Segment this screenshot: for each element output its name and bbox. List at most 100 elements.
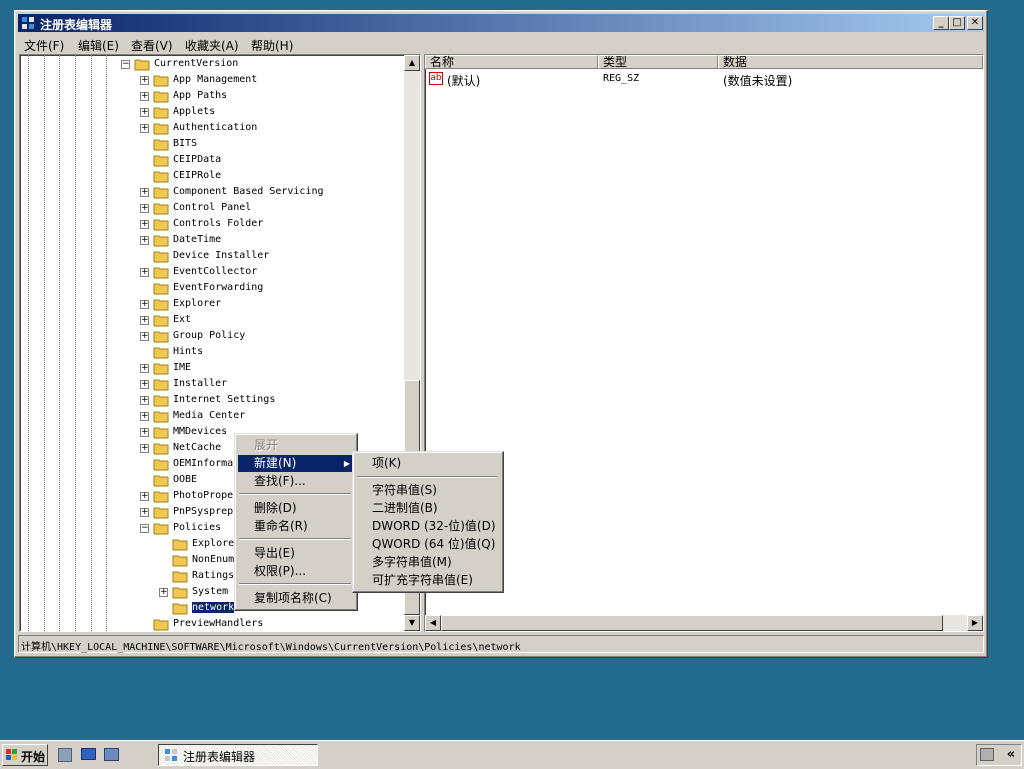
expand-icon[interactable]: + [140,236,149,245]
expand-icon[interactable]: + [140,444,149,453]
submenu-item-qword-value[interactable]: QWORD (64 位)值(Q) [356,536,500,553]
folder-icon [153,523,169,535]
submenu-item-string-value[interactable]: 字符串值(S) [356,482,500,499]
menu-separator [239,493,351,495]
taskbar-button-regedit[interactable]: 注册表编辑器 [158,744,318,766]
menu-item-rename[interactable]: 重命名(R) [238,518,354,535]
expand-icon[interactable]: + [140,412,149,421]
expand-icon[interactable]: + [140,380,149,389]
collapse-icon[interactable]: − [121,60,130,69]
scroll-right-arrow-icon[interactable]: ▶ [967,615,983,631]
expand-icon[interactable]: + [140,124,149,133]
scroll-left-arrow-icon[interactable]: ◀ [425,615,441,631]
submenu-item-binary-value[interactable]: 二进制值(B) [356,500,500,517]
menu-item-new[interactable]: 新建(N) ▶ [238,455,354,472]
tree-node[interactable]: + Ext [20,313,404,329]
scroll-up-arrow-icon[interactable]: ▲ [404,55,420,71]
tree-node[interactable]: Hints [20,345,404,361]
tree-node-label: PnPSysprep [173,506,234,517]
expand-icon[interactable]: + [140,204,149,213]
menu-item-delete[interactable]: 删除(D) [238,500,354,517]
tree-node[interactable]: EventForwarding [20,281,404,297]
close-button[interactable]: ✕ [967,16,983,30]
scroll-down-arrow-icon[interactable]: ▼ [404,615,420,631]
tree-node[interactable]: + EventCollector [20,265,404,281]
tree-node[interactable]: PreviewHandlers [20,617,404,631]
tray-expand-button[interactable]: « [1003,746,1019,764]
submenu-item-key[interactable]: 项(K) [356,455,500,472]
menu-item-export[interactable]: 导出(E) [238,545,354,562]
tree-node[interactable]: + Installer [20,377,404,393]
tree-node[interactable]: + Internet Settings [20,393,404,409]
tree-node[interactable]: + Controls Folder [20,217,404,233]
column-header-data[interactable]: 数据 [718,55,983,69]
expand-icon[interactable]: + [140,316,149,325]
tree-node[interactable]: + Applets [20,105,404,121]
list-horizontal-scrollbar[interactable]: ◀ ▶ [425,615,983,631]
tree-node[interactable]: + Authentication [20,121,404,137]
submenu-item-expandable-string-value[interactable]: 可扩充字符串值(E) [356,572,500,589]
start-button[interactable]: 开始 [2,744,48,766]
tree-node[interactable]: Device Installer [20,249,404,265]
expand-icon[interactable]: + [140,508,149,517]
column-header-type[interactable]: 类型 [598,55,718,69]
submenu-item-dword-value[interactable]: DWORD (32-位)值(D) [356,518,500,535]
tree-node[interactable]: + Component Based Servicing [20,185,404,201]
minimize-button[interactable]: _ [933,16,949,30]
expand-icon[interactable]: + [140,220,149,229]
expand-icon[interactable]: + [140,188,149,197]
tree-node[interactable]: + Explorer [20,297,404,313]
menu-item-copy-key-name[interactable]: 复制项名称(C) [238,590,354,607]
tree-node[interactable]: BITS [20,137,404,153]
folder-icon [153,475,169,487]
expand-icon[interactable]: + [140,76,149,85]
expand-icon[interactable]: + [140,332,149,341]
tree-node[interactable]: + App Paths [20,89,404,105]
tree-node[interactable]: + DateTime [20,233,404,249]
column-header-name[interactable]: 名称 [425,55,598,69]
expand-icon[interactable]: + [140,108,149,117]
values-list[interactable]: 名称 类型 数据 ab (默认) REG_SZ (数值未设置) ◀ ▶ [424,54,984,632]
menu-help[interactable]: 帮助(H) [251,37,293,54]
folder-icon [172,555,188,567]
value-row[interactable]: ab (默认) REG_SZ (数值未设置) [425,71,965,88]
collapse-icon[interactable]: − [140,524,149,533]
horizontal-scroll-thumb[interactable] [441,615,943,631]
tree-node[interactable]: + Group Policy [20,329,404,345]
quick-launch-switch-windows-icon[interactable] [104,748,119,761]
expand-icon[interactable]: + [140,492,149,501]
expand-icon[interactable]: + [140,92,149,101]
network-tray-icon[interactable] [980,748,994,761]
tree-node[interactable]: CEIPRole [20,169,404,185]
tree-node-label: App Paths [173,90,228,101]
tree-node-label: Explore [192,538,235,549]
folder-icon [153,75,169,87]
tree-node[interactable]: CEIPData [20,153,404,169]
menu-item-expand[interactable]: 展开 [238,437,354,454]
title-bar[interactable]: 注册表编辑器 _ □ ✕ [18,14,984,32]
tree-node[interactable]: + Media Center [20,409,404,425]
folder-icon [153,443,169,455]
menu-edit[interactable]: 编辑(E) [78,37,119,54]
tree-node[interactable]: + Control Panel [20,201,404,217]
expand-icon[interactable]: + [140,268,149,277]
tree-node[interactable]: − CurrentVersion [20,57,404,73]
quick-launch-server-manager-icon[interactable] [58,748,72,762]
tree-node[interactable]: + App Management [20,73,404,89]
menu-item-find[interactable]: 查找(F)... [238,473,354,490]
menu-favorites[interactable]: 收藏夹(A) [185,37,239,54]
expand-icon[interactable]: + [140,428,149,437]
submenu-item-multi-string-value[interactable]: 多字符串值(M) [356,554,500,571]
maximize-button[interactable]: □ [949,16,965,30]
folder-icon [153,107,169,119]
expand-icon[interactable]: + [140,300,149,309]
expand-icon[interactable]: + [140,364,149,373]
tree-node-label: network [190,601,236,614]
menu-file[interactable]: 文件(F) [24,37,64,54]
quick-launch-show-desktop-icon[interactable] [81,748,96,760]
menu-item-permissions[interactable]: 权限(P)... [238,563,354,580]
menu-view[interactable]: 查看(V) [131,37,173,54]
tree-node[interactable]: + IME [20,361,404,377]
expand-icon[interactable]: + [140,396,149,405]
expand-icon[interactable]: + [159,588,168,597]
